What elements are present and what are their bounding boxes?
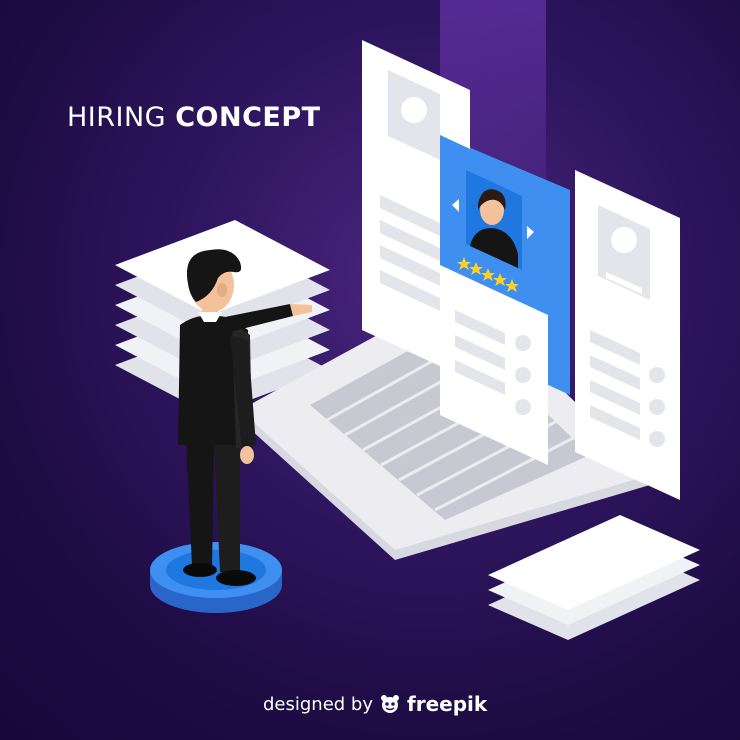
pedestal	[150, 542, 282, 613]
title-light-word: HIRING	[67, 102, 167, 133]
credit-prefix: designed by	[263, 693, 374, 715]
hiring-concept-title: HIRING CONCEPT	[67, 102, 321, 133]
featured-resume-card	[440, 135, 548, 465]
freepik-logo-icon	[381, 695, 400, 713]
resume-card-right	[575, 170, 680, 500]
paper-stack-right	[488, 515, 700, 640]
credit-brand: freepik	[407, 692, 488, 716]
illustration-scene: HIRING CONCEPT designed by freepik	[0, 0, 740, 740]
designer-credit: designed by freepik	[263, 692, 487, 716]
title-bold-word: CONCEPT	[175, 102, 321, 133]
